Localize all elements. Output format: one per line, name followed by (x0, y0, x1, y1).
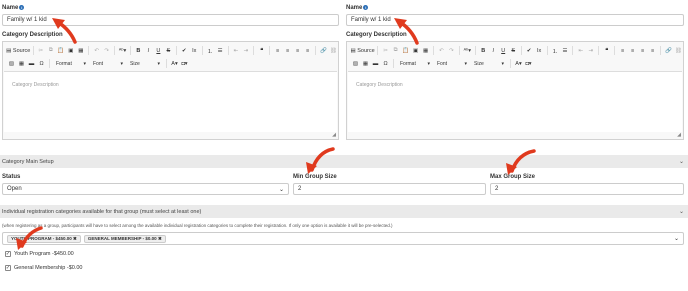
annotation-arrows (16, 18, 536, 250)
